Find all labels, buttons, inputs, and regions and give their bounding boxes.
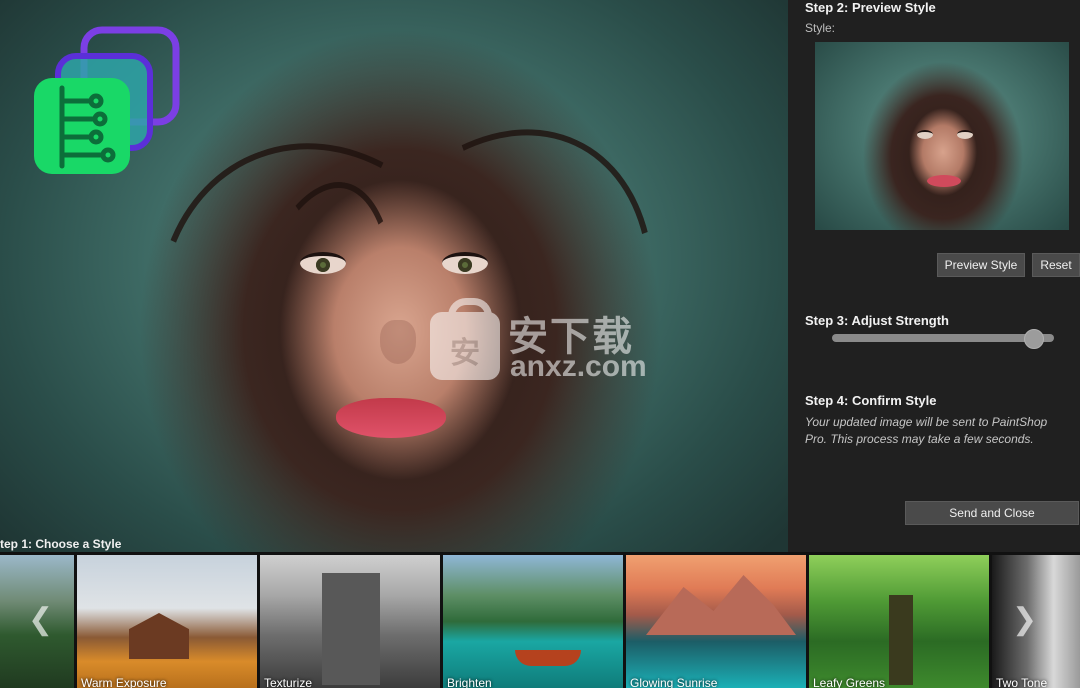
step3-title: Step 3: Adjust Strength	[805, 313, 949, 328]
watermark-url: anxz.com	[510, 350, 647, 383]
tree-trunk-shape	[889, 595, 913, 685]
mountain-shape	[646, 575, 796, 635]
left-eye	[300, 252, 346, 274]
style-card-glowing-sunrise[interactable]: Glowing Sunrise	[626, 555, 809, 688]
castle-shape	[322, 573, 380, 685]
settings-panel: Step 2: Preview Style Style: Preview Sty…	[788, 0, 1080, 552]
chevron-right-icon[interactable]: ❯	[1012, 602, 1037, 637]
send-and-close-button[interactable]: Send and Close	[905, 501, 1079, 525]
style-card-brighten[interactable]: Brighten	[443, 555, 626, 688]
boat-shape	[515, 650, 581, 666]
style-name: Glowing Sunrise	[630, 676, 718, 688]
style-name: Texturize	[264, 676, 313, 688]
style-card-warm-exposure[interactable]: Warm Exposure	[77, 555, 260, 688]
main-image-preview: 安 安下载 anxz.com	[0, 0, 788, 552]
style-label: Style:	[805, 21, 836, 35]
reset-button[interactable]: Reset	[1032, 253, 1080, 277]
style-card-leafy-greens[interactable]: Leafy Greens	[809, 555, 992, 688]
step2-title: Step 2: Preview Style	[805, 0, 936, 15]
barn-shape	[129, 613, 189, 659]
thumb-eye	[957, 130, 973, 139]
style-name: Two Tone	[996, 676, 1048, 688]
step1-title: tep 1: Choose a Style	[0, 537, 122, 551]
style-name: Leafy Greens	[813, 676, 886, 688]
lips-shape	[336, 398, 446, 438]
nose-shape	[380, 320, 416, 364]
watermark-badge: 安	[450, 337, 480, 370]
chevron-left-icon[interactable]: ❮	[28, 602, 53, 637]
style-card-texturize[interactable]: Texturize	[260, 555, 443, 688]
lock-icon: 安	[430, 298, 500, 380]
style-name: Brighten	[447, 676, 492, 688]
confirm-description: Your updated image will be sent to Paint…	[805, 415, 1048, 446]
right-eye	[442, 252, 488, 274]
strength-slider-handle[interactable]	[1023, 329, 1044, 349]
watermark: 安 安下载 anxz.com	[430, 298, 660, 390]
style-strip: Warm Exposure Texturize Brighten Glowing…	[0, 552, 1080, 688]
thumb-lips	[927, 175, 961, 187]
strength-slider[interactable]	[832, 329, 1054, 349]
app-logo-icon	[34, 26, 180, 174]
style-name: Warm Exposure	[81, 676, 167, 688]
thumb-eye	[917, 130, 933, 139]
preview-style-button[interactable]: Preview Style	[937, 253, 1025, 277]
step4-title: Step 4: Confirm Style	[805, 393, 937, 408]
style-preview-thumbnail	[815, 42, 1069, 230]
